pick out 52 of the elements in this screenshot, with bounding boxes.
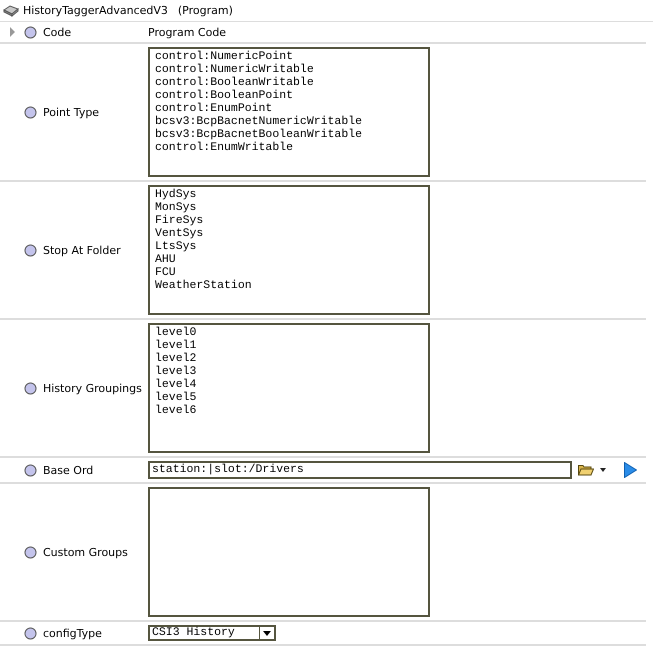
text-line: control:BooleanWritable (155, 76, 315, 89)
text-area[interactable] (148, 487, 430, 617)
text-line: FireSys (155, 214, 204, 227)
expand-arrow-icon[interactable] (8, 27, 16, 37)
text-area[interactable]: level0 level1 level2 level3 level4 level5 level6 (148, 323, 430, 453)
property-label: configType (43, 626, 102, 640)
object-type: (Program) (178, 4, 233, 17)
folder-icon[interactable] (578, 464, 594, 476)
text-line: VentSys (155, 227, 204, 240)
text-line: MonSys (155, 201, 198, 214)
slot-bullet-icon (24, 464, 37, 476)
text-area[interactable]: HydSys MonSys FireSys VentSys LtsSys AHU FCU WeatherStation (148, 185, 430, 315)
property-label: Point Type (43, 106, 100, 118)
slot-bullet-icon (24, 244, 37, 256)
text-line: level0 (155, 326, 198, 339)
text-line: level1 (155, 339, 198, 352)
property-value: Program Code (148, 26, 226, 38)
text-line: level5 (155, 391, 198, 404)
text-line: AHU (155, 253, 177, 266)
text-line: HydSys (155, 188, 198, 201)
ord-field[interactable]: station:|slot:/Drivers (148, 461, 572, 479)
dropdown-arrow-icon[interactable] (259, 626, 274, 640)
property-label: Code (43, 26, 72, 38)
text-line: control:EnumPoint (155, 102, 274, 115)
slot-bullet-icon (24, 626, 37, 640)
play-icon[interactable] (624, 462, 637, 478)
text-line: level2 (155, 352, 198, 365)
slot-bullet-icon (24, 546, 37, 558)
text-line: WeatherStation (155, 279, 253, 292)
slot-bullet-icon (24, 382, 37, 394)
property-label: History Groupings (43, 382, 142, 394)
text-line: FCU (155, 266, 177, 279)
text-line: control:NumericPoint (155, 50, 294, 63)
program-icon (3, 4, 19, 16)
property-label: Custom Groups (43, 546, 128, 558)
text-line: control:EnumWritable (155, 141, 294, 154)
property-label: Stop At Folder (43, 244, 121, 256)
text-line: control:NumericWritable (155, 63, 315, 76)
config-type-dropdown[interactable]: CSI3 History (148, 625, 276, 641)
text-area[interactable]: control:NumericPoint control:NumericWritable control:BooleanWritable control:BooleanPoint control:EnumPoint bcsv3:BcpBacnetNumericWritable bcsv3:BcpBacnetBooleanWritable control:EnumWritable (148, 47, 430, 177)
text-line: bcsv3:BcpBacnetBooleanWritable (155, 128, 364, 141)
text-line: level3 (155, 365, 198, 378)
object-title: HistoryTaggerAdvancedV3 (23, 4, 168, 17)
text-line: bcsv3:BcpBacnetNumericWritable (155, 115, 364, 128)
slot-bullet-icon (24, 106, 37, 118)
text-line: control:BooleanPoint (155, 89, 294, 102)
text-line: LtsSys (155, 240, 198, 253)
slot-bullet-icon (24, 26, 37, 38)
text-line: level6 (155, 404, 198, 417)
property-label: Base Ord (43, 464, 94, 476)
text-line: level4 (155, 378, 198, 391)
dropdown-caret-icon[interactable] (600, 468, 606, 472)
